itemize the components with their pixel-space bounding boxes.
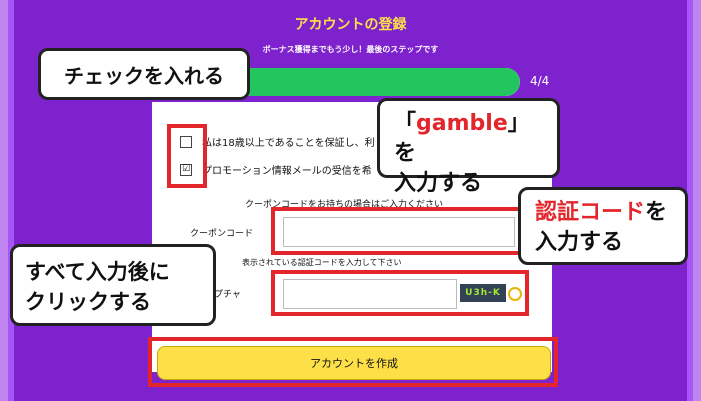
promo-email-row: ☑ プロモーション情報メールの受信を希 [180,162,372,177]
callout-submit-line2: クリックする [25,290,151,314]
callout-captcha-word: 認証コード [535,200,646,225]
checkbox-highlight [167,124,207,188]
callout-captcha-line2: 入力する [535,230,624,255]
coupon-label: クーポンコード [190,229,254,239]
captcha-highlight [271,270,529,316]
age-terms-label: 私は18歳以上であることを保証し、利 [202,138,375,149]
age-terms-row: 私は18歳以上であることを保証し、利 [180,134,375,149]
callout-captcha-suffix: を [645,200,668,225]
promo-email-label: プロモーション情報メールの受信を希 [202,166,372,177]
step-indicator: 4/4 [530,74,550,88]
callout-gamble-quote-open: 「 [394,111,417,136]
callout-check-text: チェックを入れる [64,63,224,88]
coupon-highlight [271,207,523,255]
page-title: アカウントの登録 [294,17,407,33]
callout-captcha: 認証コードを 入力する [518,187,688,265]
create-button-highlight [148,337,558,387]
captcha-hint: 表示されている認証コードを入力して下さい [242,258,402,267]
callout-submit-line1: すべて入力後に [25,260,170,284]
callout-submit: すべて入力後に クリックする [10,244,216,326]
callout-check: チェックを入れる [38,48,250,100]
callout-gamble-word: gamble [416,111,508,136]
callout-gamble: 「gamble」を 入力する [377,98,560,196]
